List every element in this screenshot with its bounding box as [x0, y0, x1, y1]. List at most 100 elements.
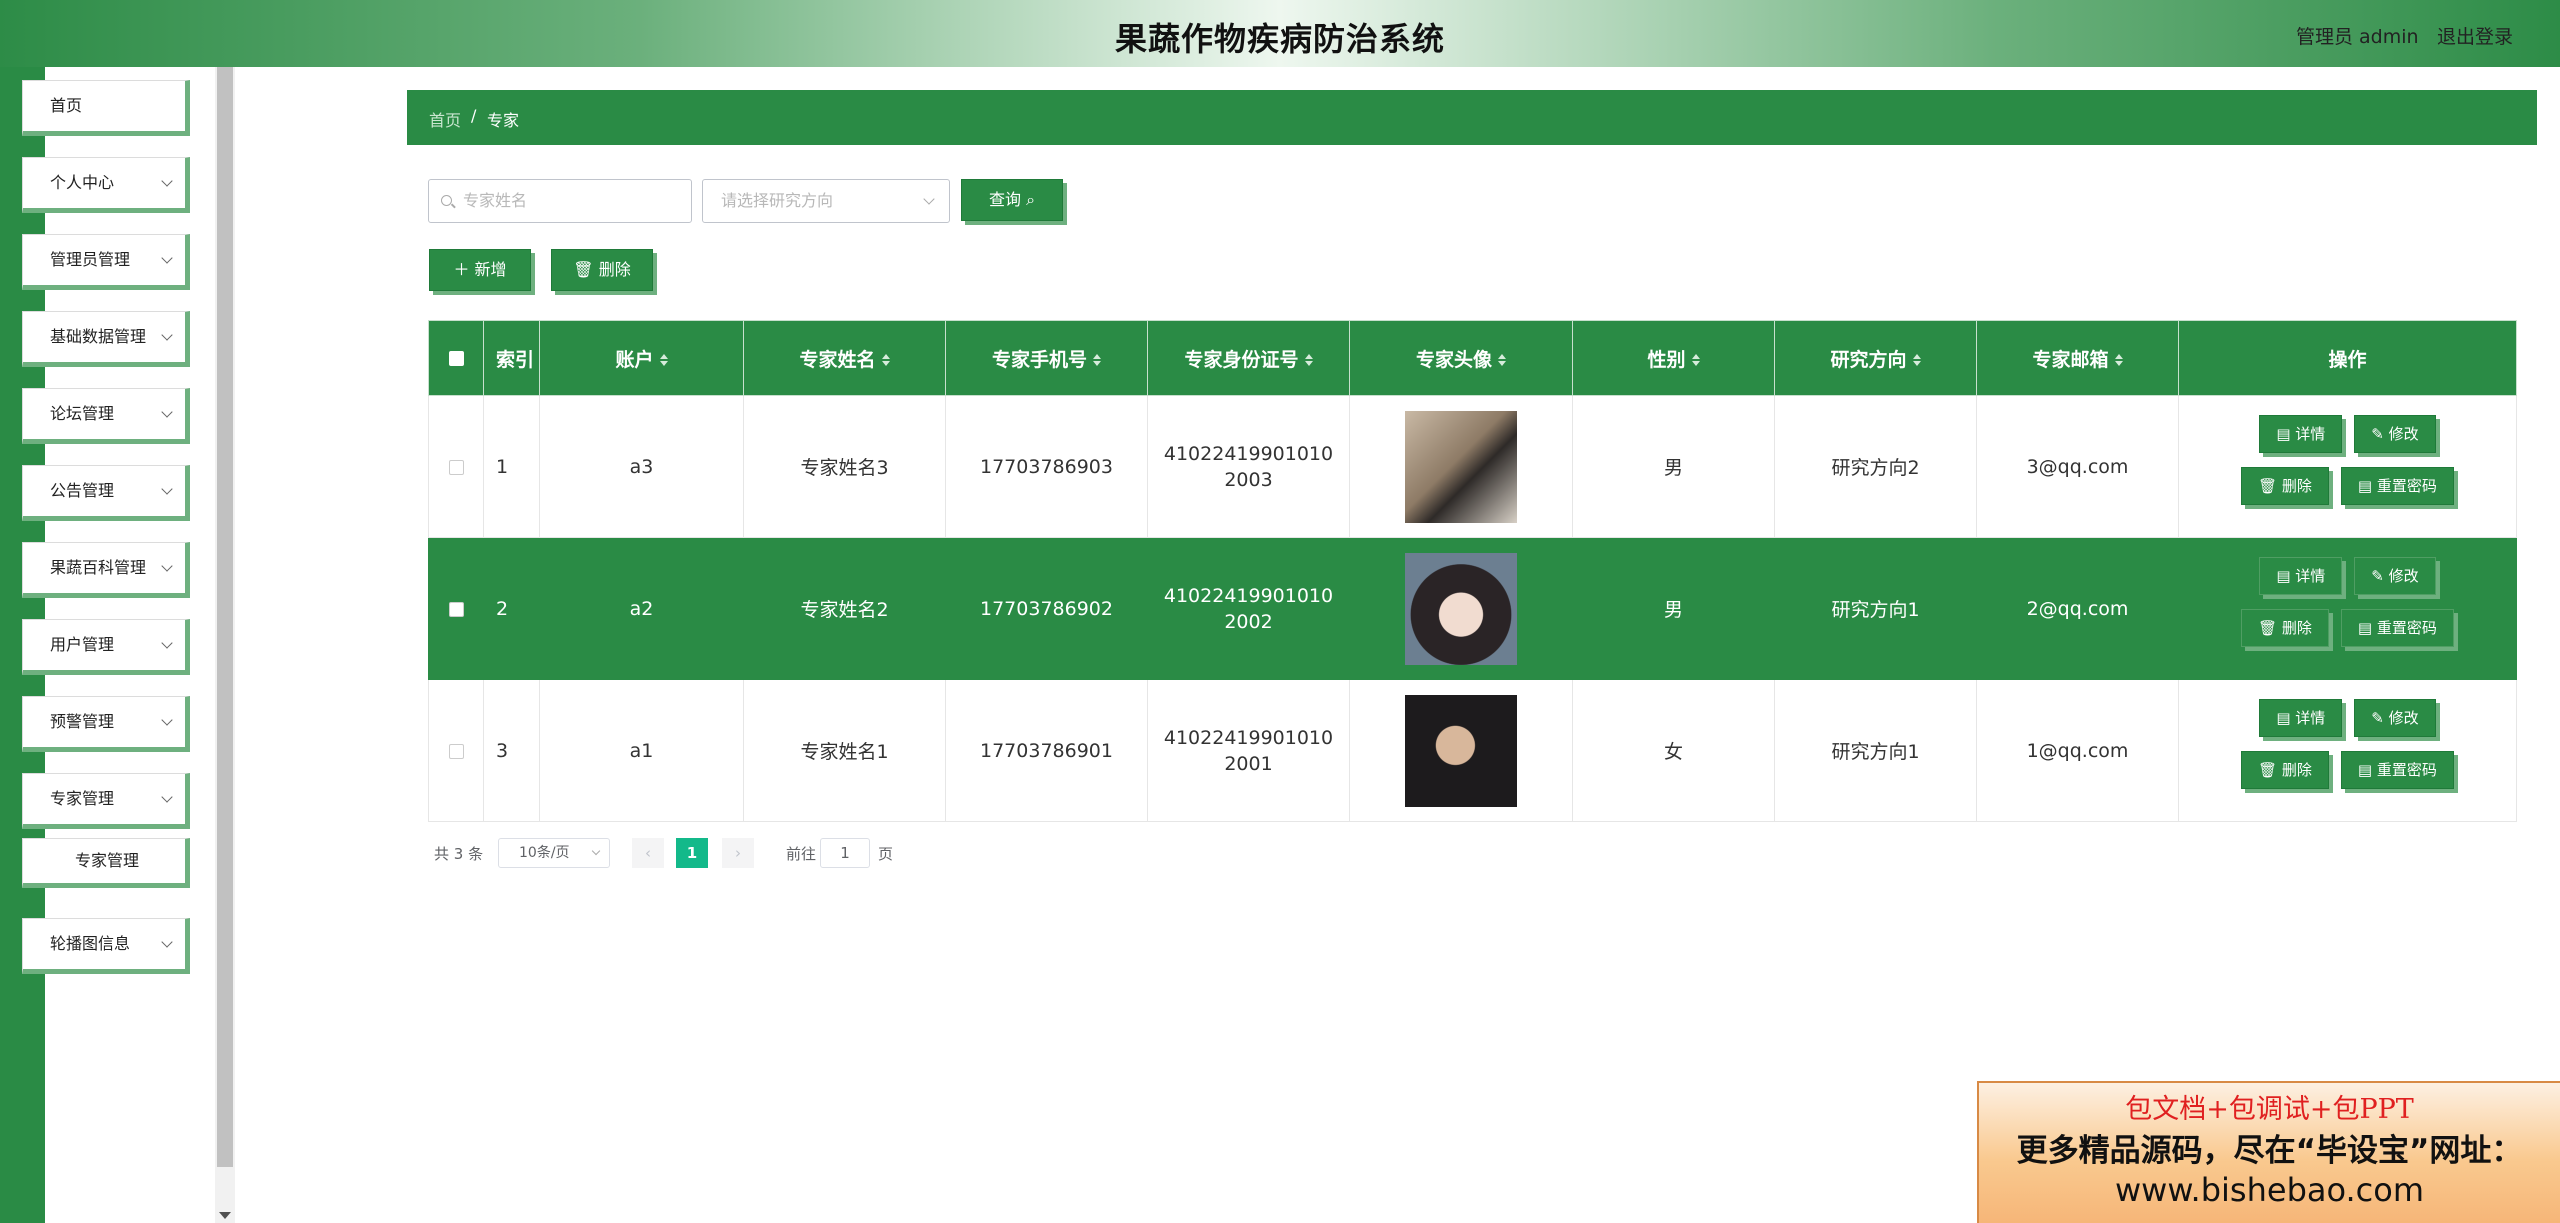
search-icon: ⌕: [1026, 190, 1036, 209]
sidebar-item-notice[interactable]: 公告管理: [22, 465, 190, 521]
row-select-cell[interactable]: [428, 395, 484, 538]
page-size-select[interactable]: 10条/页: [498, 838, 610, 868]
table-row[interactable]: 2 a2 专家姓名2 17703786902 41022419901010200…: [428, 537, 2517, 680]
sidebar-item-admin[interactable]: 管理员管理: [22, 234, 190, 290]
column-header-phone[interactable]: 专家手机号: [945, 320, 1148, 396]
sort-icon[interactable]: [659, 354, 668, 366]
reset-password-button[interactable]: ▤ 重置密码: [2340, 608, 2454, 647]
edit-button[interactable]: ✎ 修改: [2354, 556, 2436, 595]
sort-icon[interactable]: [881, 354, 890, 366]
logout-link[interactable]: 退出登录: [2437, 22, 2513, 49]
column-header-email[interactable]: 专家邮箱: [1976, 320, 2179, 396]
sidebar-item-experts[interactable]: 专家管理: [22, 773, 190, 829]
column-header-gender[interactable]: 性别: [1572, 320, 1775, 396]
sidebar-item-forum[interactable]: 论坛管理: [22, 388, 190, 444]
ad-line-3: www.bishebao.com: [2114, 1171, 2425, 1209]
table-row[interactable]: 3 a1 专家姓名1 17703786901 41022419901010200…: [428, 679, 2517, 822]
add-button[interactable]: ＋ 新增: [429, 249, 531, 291]
scrollbar-thumb[interactable]: [217, 67, 233, 1167]
cell-gender: 男: [1572, 395, 1775, 538]
header-label: 操作: [2328, 348, 2367, 371]
edit-button[interactable]: ✎ 修改: [2354, 698, 2436, 737]
sort-icon[interactable]: [1498, 354, 1506, 366]
reset-label: 重置密码: [2376, 618, 2437, 637]
detail-button[interactable]: ▤ 详情: [2259, 414, 2343, 453]
cell-phone: 17703786903: [945, 395, 1148, 538]
query-label: 查询: [988, 190, 1021, 209]
delete-button[interactable]: 🗑 删除: [551, 249, 653, 291]
experts-table: 索引 账户 专家姓名 专家手机号 专家身份证号 专家头像 性别 研究方向 专家邮…: [428, 320, 2517, 822]
chevron-down-icon: [923, 193, 935, 205]
avatar-image[interactable]: [1405, 694, 1517, 807]
sidebar-item-basic-data[interactable]: 基础数据管理: [22, 311, 190, 367]
breadcrumb-current: 专家: [487, 111, 520, 130]
column-header-avatar[interactable]: 专家头像: [1349, 320, 1573, 396]
select-all-cell[interactable]: [428, 320, 484, 396]
column-header-account[interactable]: 账户: [539, 320, 744, 396]
scroll-down-icon[interactable]: [219, 1212, 231, 1219]
query-button[interactable]: 查询 ⌕: [961, 179, 1063, 221]
column-header-name[interactable]: 专家姓名: [743, 320, 946, 396]
delete-label: 删除: [2281, 760, 2312, 779]
chevron-down-icon: [591, 846, 601, 856]
sidebar-subitem-experts[interactable]: 专家管理: [22, 838, 190, 888]
row-checkbox[interactable]: [448, 743, 464, 759]
expert-name-search-input[interactable]: 专家姓名: [428, 179, 692, 223]
sidebar-item-warning[interactable]: 预警管理: [22, 696, 190, 752]
sort-icon[interactable]: [2114, 354, 2123, 366]
direction-select[interactable]: 请选择研究方向: [702, 179, 950, 223]
sidebar-item-wiki[interactable]: 果蔬百科管理: [22, 542, 190, 598]
detail-button[interactable]: ▤ 详情: [2259, 698, 2343, 737]
edit-label: 修改: [2388, 708, 2419, 727]
sidebar-item-profile[interactable]: 个人中心: [22, 157, 190, 213]
top-header: 果蔬作物疾病防治系统 管理员 admin 退出登录: [0, 0, 2560, 67]
goto-page-input[interactable]: 1: [820, 838, 870, 868]
cell-avatar: [1349, 395, 1573, 538]
row-delete-button[interactable]: 🗑 删除: [2241, 608, 2329, 647]
pencil-icon: ✎: [2371, 708, 2389, 727]
cell-name: 专家姓名1: [743, 679, 946, 822]
trash-icon: 🗑: [2258, 476, 2282, 495]
delete-label: 删除: [2281, 476, 2312, 495]
sort-icon[interactable]: [1093, 354, 1101, 366]
row-delete-button[interactable]: 🗑 删除: [2241, 750, 2329, 789]
cell-actions: ▤ 详情 ✎ 修改 🗑 删除 ▤ 重置密码: [2178, 395, 2517, 538]
pencil-icon: ✎: [2371, 566, 2389, 585]
edit-button[interactable]: ✎ 修改: [2354, 414, 2436, 453]
reset-password-button[interactable]: ▤ 重置密码: [2340, 750, 2454, 789]
cell-index: 2: [483, 537, 540, 680]
row-checkbox[interactable]: [448, 601, 464, 617]
table-row[interactable]: 1 a3 专家姓名3 17703786903 41022419901010200…: [428, 395, 2517, 538]
row-select-cell[interactable]: [428, 679, 484, 822]
sidebar-scrollbar[interactable]: [215, 67, 235, 1223]
sidebar-item-carousel[interactable]: 轮播图信息: [22, 918, 190, 974]
prev-page-button[interactable]: ‹: [632, 838, 664, 868]
sort-icon[interactable]: [1304, 354, 1313, 366]
cell-avatar: [1349, 537, 1573, 680]
add-label: 新增: [474, 260, 507, 279]
page-number-current[interactable]: 1: [676, 838, 708, 868]
row-select-cell[interactable]: [428, 537, 484, 680]
row-delete-button[interactable]: 🗑 删除: [2241, 466, 2329, 505]
detail-button[interactable]: ▤ 详情: [2259, 556, 2343, 595]
avatar-image[interactable]: [1405, 552, 1517, 665]
sort-icon[interactable]: [1912, 354, 1921, 366]
avatar-image[interactable]: [1405, 410, 1517, 523]
breadcrumb-home[interactable]: 首页: [429, 107, 461, 131]
app-title: 果蔬作物疾病防治系统: [1114, 20, 1445, 58]
column-header-id-card[interactable]: 专家身份证号: [1147, 320, 1350, 396]
sidebar-item-label: 首页: [50, 96, 83, 115]
next-page-button[interactable]: ›: [722, 838, 754, 868]
sidebar-item-home[interactable]: 首页: [22, 80, 190, 136]
detail-label: 详情: [2295, 708, 2326, 727]
chevron-right-icon: ›: [735, 844, 741, 862]
cell-gender: 男: [1572, 537, 1775, 680]
sort-icon[interactable]: [1691, 354, 1700, 366]
row-checkbox[interactable]: [448, 459, 464, 475]
column-header-direction[interactable]: 研究方向: [1774, 320, 1977, 396]
sidebar-item-users[interactable]: 用户管理: [22, 619, 190, 675]
reset-password-button[interactable]: ▤ 重置密码: [2340, 466, 2454, 505]
cell-phone: 17703786902: [945, 537, 1148, 680]
select-all-checkbox[interactable]: [448, 351, 464, 366]
ad-banner[interactable]: 包文档+包调试+包PPT 更多精品源码，尽在“毕设宝”网址： www.bishe…: [1977, 1081, 2560, 1223]
